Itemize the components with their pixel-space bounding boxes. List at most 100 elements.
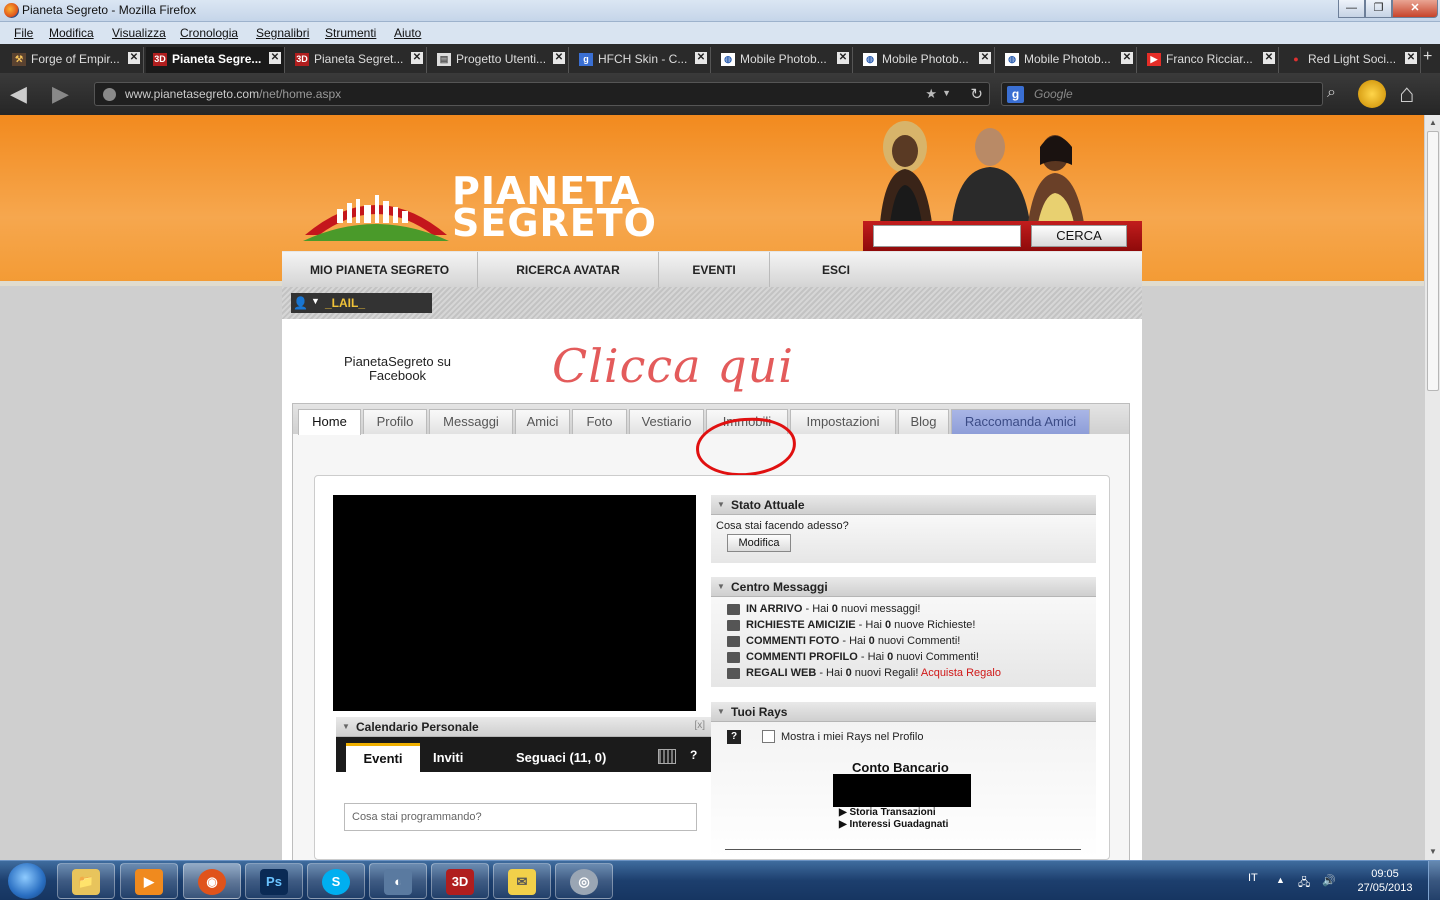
minimize-button[interactable]: — [1338,0,1365,18]
message-pre: - Hai [839,635,869,647]
browser-tab[interactable]: ● Red Light Soci... ✕ [1282,47,1421,73]
browser-tab[interactable]: ◍ Mobile Photob... ✕ [856,47,995,73]
browser-tab[interactable]: g HFCH Skin - C... ✕ [572,47,711,73]
tab-profilo[interactable]: Profilo [363,409,427,434]
browser-tab[interactable]: 3D Pianeta Segret... ✕ [288,47,427,73]
tab-amici[interactable]: Amici [515,409,570,434]
menu-segnalibri[interactable]: Segnalibri [256,26,309,40]
site-search-button[interactable]: CERCA [1031,225,1127,247]
tab-close-icon[interactable]: ✕ [128,52,140,64]
tab-close-icon[interactable]: ✕ [837,52,849,64]
clicca-qui-banner[interactable]: Clicca qui [552,339,794,393]
tray-expand-icon[interactable]: ▲ [1276,875,1285,885]
calendar-tab-inviti[interactable]: Inviti [433,743,463,772]
close-button[interactable]: ✕ [1392,0,1438,18]
tab-close-icon[interactable]: ✕ [411,52,423,64]
tab-foto[interactable]: Foto [572,409,627,434]
browser-tab[interactable]: ◍ Mobile Photob... ✕ [714,47,853,73]
taskbar-photoshop[interactable]: Ps [245,863,303,899]
nav-ricerca-avatar[interactable]: RICERCA AVATAR [478,252,659,288]
site-search-input[interactable] [873,225,1021,247]
tab-close-icon[interactable]: ✕ [1405,52,1417,64]
reload-icon[interactable]: ↻ [970,85,983,103]
start-button[interactable] [8,863,46,899]
volume-icon[interactable]: 🔊 [1322,874,1336,887]
interessi-guadagnati-link[interactable]: ▶ Interessi Guadagnati [839,819,948,830]
taskbar-explorer[interactable]: 📁 [57,863,115,899]
calendar-input[interactable]: Cosa stai programmando? [344,803,697,831]
taskbar-messenger[interactable]: ✉ [493,863,551,899]
scroll-down-icon[interactable]: ▼ [1425,844,1440,860]
calendario-header[interactable]: ▼ Calendario Personale [x] [336,717,711,737]
clock[interactable]: 09:05 27/05/2013 [1350,867,1420,895]
bookmark-star-icon[interactable]: ★ [925,86,937,102]
tab-messaggi[interactable]: Messaggi [429,409,513,434]
scroll-up-icon[interactable]: ▲ [1425,115,1440,131]
maximize-button[interactable]: ❐ [1365,0,1392,18]
url-bar[interactable]: www.pianetasegreto.com/net/home.aspx ★ ▼… [94,82,990,106]
taskbar-skype[interactable]: S [307,863,365,899]
taskbar-speaker-app[interactable]: ◎ [555,863,613,899]
calendar-tab-seguaci[interactable]: Seguaci (11, 0) [516,743,606,772]
tab-close-icon[interactable]: ✕ [1121,52,1133,64]
menu-file[interactable]: File [14,26,33,40]
modifica-button[interactable]: Modifica [727,534,791,552]
nav-mio-pianeta-segreto[interactable]: MIO PIANETA SEGRETO [282,252,478,288]
browser-tab[interactable]: ⚒ Forge of Empir... ✕ [5,47,144,73]
user-menu[interactable]: 👤 ▼ _LAIL_ [291,293,432,313]
help-icon[interactable]: ? [690,748,704,762]
search-icon[interactable]: ⌕ [1327,84,1336,102]
taskbar-3d-app[interactable]: 3D [431,863,489,899]
tab-close-icon[interactable]: ✕ [979,52,991,64]
centro-messaggi-header[interactable]: ▼ Centro Messaggi [711,577,1096,597]
search-bar[interactable]: g Google [1001,82,1323,106]
google-icon[interactable]: g [1007,86,1024,103]
tuoi-rays-header[interactable]: ▼ Tuoi Rays [711,702,1096,722]
tab-close-icon[interactable]: ✕ [1263,52,1275,64]
help-icon[interactable]: ? [727,730,741,744]
page-scrollbar[interactable]: ▲ ▼ [1424,115,1440,860]
menu-visualizza[interactable]: Visualizza [112,26,166,40]
video-player[interactable] [333,495,696,711]
tab-blog[interactable]: Blog [898,409,949,434]
acquista-regalo-link[interactable]: Acquista Regalo [921,667,1001,679]
facebook-link[interactable]: PianetaSegreto su Facebook [330,355,465,383]
nav-eventi[interactable]: EVENTI [659,252,770,288]
tab-raccomanda-amici[interactable]: Raccomanda Amici [951,409,1090,434]
stato-attuale-header[interactable]: ▼ Stato Attuale [711,495,1096,515]
browser-tab[interactable]: ◍ Mobile Photob... ✕ [998,47,1137,73]
network-tray-icon[interactable]: 🖧 [1298,874,1312,889]
tab-home[interactable]: Home [298,409,361,435]
tab-close-icon[interactable]: ✕ [695,52,707,64]
scroll-thumb[interactable] [1427,131,1439,391]
forward-button[interactable]: ▶ [52,83,80,105]
browser-tab[interactable]: ▤ Progetto Utenti... ✕ [430,47,569,73]
nav-esci[interactable]: ESCI [770,252,902,288]
calendar-close-icon[interactable]: [x] [694,720,705,731]
storia-transazioni-link[interactable]: ▶ Storia Transazioni [839,807,936,818]
new-tab-button[interactable]: + [1423,48,1432,66]
language-indicator[interactable]: IT [1248,872,1258,884]
taskbar-network-app[interactable]: ◐ [369,863,427,899]
menu-modifica[interactable]: Modifica [49,26,94,40]
site-logo[interactable]: PIANETA SEGRETO [452,172,657,242]
calendar-grid-icon[interactable] [658,749,676,764]
tab-close-icon[interactable]: ✕ [269,52,281,64]
tab-impostazioni[interactable]: Impostazioni [790,409,896,434]
show-rays-checkbox[interactable] [762,730,775,743]
home-icon[interactable]: ⌂ [1399,78,1429,108]
tab-close-icon[interactable]: ✕ [553,52,565,64]
taskbar-media-player[interactable]: ▶ [120,863,178,899]
browser-tab[interactable]: ▶ Franco Ricciar... ✕ [1140,47,1279,73]
menu-strumenti[interactable]: Strumenti [325,26,376,40]
browser-tab-active[interactable]: 3D Pianeta Segre... ✕ [146,47,285,73]
back-button[interactable]: ◀ [10,83,38,105]
menu-aiuto[interactable]: Aiuto [394,26,421,40]
url-dropdown-icon[interactable]: ▼ [942,88,951,98]
show-desktop-button[interactable] [1428,861,1440,900]
addon-icon[interactable] [1358,80,1386,108]
tab-vestiario[interactable]: Vestiario [629,409,704,434]
taskbar-firefox[interactable]: ◉ [183,863,241,899]
menu-cronologia[interactable]: Cronologia [180,26,238,40]
calendar-tab-eventi[interactable]: Eventi [346,743,420,772]
